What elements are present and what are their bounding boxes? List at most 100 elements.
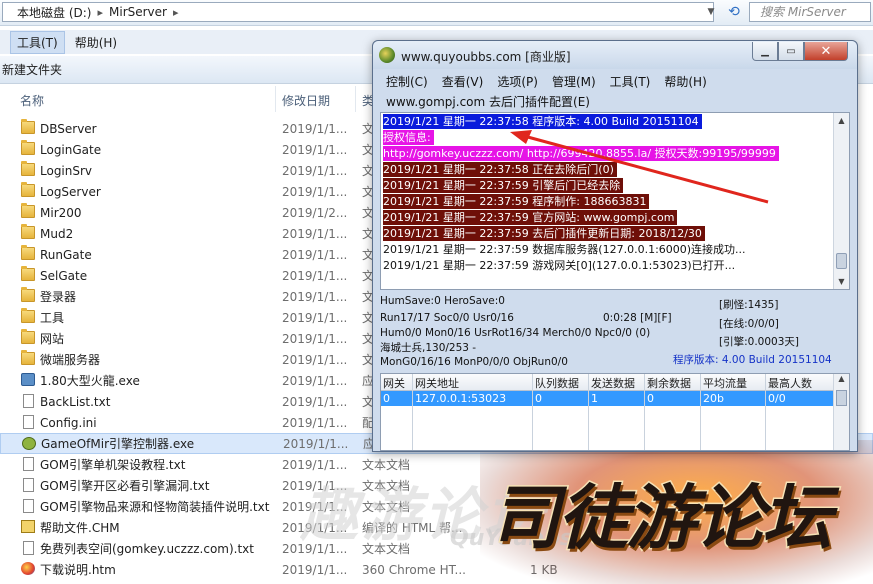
file-date: 2019/1/1... — [282, 142, 348, 157]
column-divider[interactable] — [275, 86, 276, 112]
minimize-button[interactable]: ▁ — [752, 42, 778, 61]
table-column-header[interactable]: 剩余数据 — [647, 375, 691, 391]
column-divider[interactable] — [355, 86, 356, 112]
log-scrollbar[interactable]: ▲ ▼ — [833, 113, 849, 289]
folder-icon — [21, 245, 35, 260]
table-column-header[interactable]: 网关地址 — [415, 375, 459, 391]
scroll-thumb[interactable] — [836, 390, 847, 406]
maximize-button[interactable]: ▭ — [778, 42, 804, 61]
log-line: 2019/1/21 星期一 22:37:59 去后门插件更新日期: 2018/1… — [383, 226, 705, 241]
folder-icon — [21, 329, 35, 344]
scroll-down-icon[interactable]: ▼ — [835, 274, 848, 289]
app-icon — [22, 437, 36, 450]
menu-control[interactable]: 控制(C) — [379, 71, 435, 90]
close-button[interactable]: ✕ — [804, 42, 848, 61]
log-line: 授权信息: — [383, 130, 434, 145]
column-divider — [532, 374, 533, 450]
table-column-header[interactable]: 最高人数 — [768, 375, 812, 391]
file-name: LoginGate — [40, 142, 102, 157]
folder-icon — [21, 224, 35, 239]
menu-tools[interactable]: 工具(T) — [10, 30, 65, 54]
file-date: 2019/1/1... — [282, 373, 348, 388]
column-divider — [700, 374, 701, 450]
address-bar: 本地磁盘 (D:) ▸ MirServer ▸ ▼ ⟲ 搜索 MirServer — [0, 0, 873, 26]
file-date: 2019/1/1... — [282, 289, 348, 304]
table-scrollbar[interactable]: ▲ — [833, 374, 849, 450]
folder-icon — [21, 119, 35, 134]
chevron-right-icon[interactable]: ▸ — [97, 6, 103, 19]
file-name: BackList.txt — [40, 394, 111, 409]
column-name[interactable]: 名称 — [20, 92, 44, 109]
table-column-header[interactable]: 平均流量 — [703, 375, 747, 391]
log-line: 2019/1/21 星期一 22:37:59 数据库服务器(127.0.0.1:… — [383, 243, 746, 256]
help-file-icon — [21, 520, 35, 533]
column-date[interactable]: 修改日期 — [282, 92, 330, 109]
gateway-table: 网关 网关地址 队列数据 发送数据 剩余数据 平均流量 最高人数 0 127.0.0.1:53… — [380, 373, 850, 451]
window-titlebar[interactable]: www.quyoubbs.com [商业版] ▁ ▭ ✕ — [373, 41, 857, 69]
watermark-main: 司徒游论坛 — [489, 475, 834, 561]
file-name: GOM引擎单机架设教程.txt — [40, 458, 186, 472]
status-time: 0:0:28 [M][F] — [603, 312, 672, 324]
document-icon — [23, 541, 34, 555]
address-drive[interactable]: 本地磁盘 (D:) — [17, 4, 91, 21]
file-date: 2019/1/1... — [282, 310, 348, 325]
new-folder-button[interactable]: 新建文件夹 — [2, 63, 62, 77]
document-icon — [23, 457, 34, 471]
status-mong: MonG0/16/16 MonP0/0/0 ObjRun0/0 — [380, 356, 568, 368]
column-divider — [765, 374, 766, 450]
chevron-right-icon[interactable]: ▸ — [173, 6, 179, 19]
file-name: 工具 — [40, 311, 65, 325]
file-name: 1.80大型火龍.exe — [40, 374, 140, 388]
column-divider — [644, 374, 645, 450]
table-cell: 0/0 — [768, 392, 786, 405]
folder-icon — [21, 140, 35, 155]
search-input[interactable]: 搜索 MirServer — [749, 2, 871, 22]
menu-tools[interactable]: 工具(T) — [603, 71, 658, 90]
file-name: RunGate — [40, 247, 92, 262]
menu-help[interactable]: 帮助(H) — [69, 32, 123, 53]
menu-help[interactable]: 帮助(H) — [657, 71, 713, 90]
scroll-up-icon[interactable]: ▲ — [835, 374, 848, 388]
dialog-menubar-row2: www.gompj.com 去后门插件配置(E) — [379, 91, 851, 110]
log-line: 2019/1/21 星期一 22:37:58 正在去除后门(0) — [383, 162, 617, 177]
log-line: 2019/1/21 星期一 22:37:59 官方网站: www.gompj.c… — [383, 210, 678, 225]
menu-plugin-config[interactable]: www.gompj.com 去后门插件配置(E) — [379, 91, 597, 112]
status-mon: Hum0/0 Mon0/16 UsrRot16/34 Merch0/0 Npc0… — [380, 327, 651, 339]
table-column-header[interactable]: 网关 — [383, 375, 405, 391]
document-icon — [23, 394, 34, 408]
status-panel: HumSave:0 HeroSave:0 [刷怪:1435] Run17/17 … — [378, 293, 854, 371]
scroll-thumb[interactable] — [836, 253, 847, 269]
file-name: Config.ini — [40, 415, 97, 430]
folder-icon — [21, 203, 35, 218]
file-date: 2019/1/2... — [282, 205, 348, 220]
log-line: 2019/1/21 星期一 22:37:58 程序版本: 4.00 Build … — [383, 114, 702, 129]
file-date: 2019/1/1... — [282, 184, 348, 199]
refresh-icon[interactable]: ⟲ — [722, 2, 746, 22]
menu-view[interactable]: 查看(V) — [435, 71, 491, 90]
folder-icon — [21, 350, 35, 365]
log-line: 2019/1/21 星期一 22:37:59 游戏网关[0](127.0.0.1… — [383, 259, 736, 272]
table-column-header[interactable]: 发送数据 — [591, 375, 635, 391]
folder-icon — [21, 308, 35, 323]
file-date: 2019/1/1... — [282, 121, 348, 136]
file-name: SelGate — [40, 268, 88, 283]
chevron-down-icon[interactable]: ▼ — [701, 2, 721, 22]
document-icon — [23, 478, 34, 492]
address-folder[interactable]: MirServer — [109, 5, 167, 19]
column-divider — [588, 374, 589, 450]
menu-manage[interactable]: 管理(M) — [545, 71, 603, 90]
file-name: LogServer — [40, 184, 101, 199]
file-name: LoginSrv — [40, 163, 93, 178]
scroll-up-icon[interactable]: ▲ — [835, 113, 848, 128]
file-name: 微端服务器 — [40, 353, 101, 367]
menu-options[interactable]: 选项(P) — [490, 71, 545, 90]
app-icon — [21, 373, 35, 386]
folder-icon — [21, 266, 35, 281]
table-column-header[interactable]: 队列数据 — [535, 375, 579, 391]
file-date: 2019/1/1... — [282, 247, 348, 262]
table-cell: 127.0.0.1:53023 — [415, 392, 507, 405]
table-cell: 0 — [647, 392, 654, 405]
log-panel[interactable]: 2019/1/21 星期一 22:37:59 游戏网关[0](127.0.0.1… — [380, 112, 850, 290]
folder-icon — [21, 287, 35, 302]
address-input[interactable]: 本地磁盘 (D:) ▸ MirServer ▸ — [2, 2, 714, 22]
